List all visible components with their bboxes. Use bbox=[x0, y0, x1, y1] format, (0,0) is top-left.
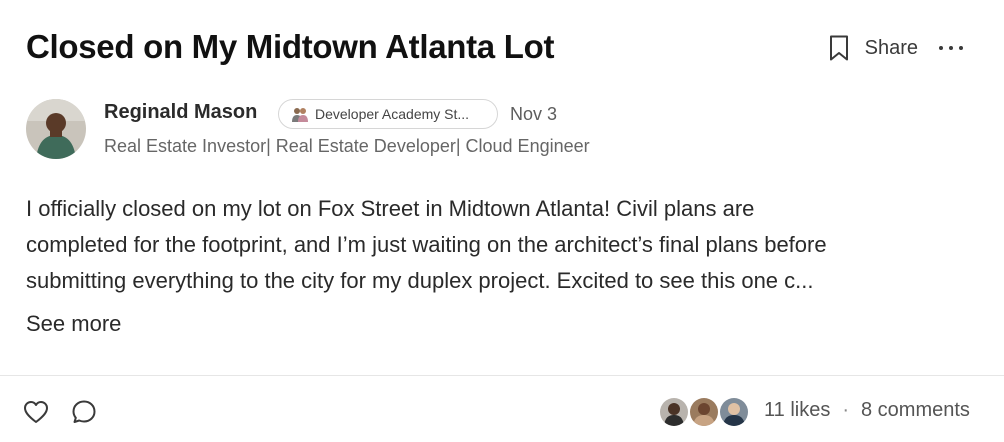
post-body-line: I officially closed on my lot on Fox Str… bbox=[26, 196, 755, 221]
post-actions: Share bbox=[827, 30, 966, 66]
post-date: Nov 3 bbox=[510, 104, 558, 124]
group-badge[interactable]: Developer Academy St... bbox=[278, 99, 498, 129]
author-headline: Real Estate Investor| Real Estate Develo… bbox=[104, 136, 590, 156]
post-card: Closed on My Midtown Atlanta Lot Share R… bbox=[0, 0, 1004, 442]
liker-avatars[interactable] bbox=[658, 396, 750, 428]
post-body: I officially closed on my lot on Fox Str… bbox=[26, 191, 986, 299]
liker-avatar bbox=[718, 396, 750, 428]
see-more-link[interactable]: See more bbox=[26, 311, 121, 337]
group-badge-label: Developer Academy St... bbox=[315, 106, 470, 122]
group-icon bbox=[291, 105, 309, 123]
liker-avatar bbox=[658, 396, 690, 428]
author-name[interactable]: Reginald Mason bbox=[104, 101, 257, 124]
author-avatar[interactable] bbox=[26, 99, 86, 159]
heart-icon[interactable] bbox=[22, 398, 50, 426]
stats-separator: · bbox=[842, 399, 849, 421]
comments-count[interactable]: 8 comments bbox=[861, 399, 970, 422]
bookmark-icon[interactable] bbox=[827, 33, 851, 63]
likes-count[interactable]: 11 likes bbox=[764, 399, 830, 422]
post-title: Closed on My Midtown Atlanta Lot bbox=[26, 28, 555, 65]
share-button[interactable]: Share bbox=[865, 37, 918, 60]
post-stats: 11 likes · 8 comments bbox=[764, 399, 970, 422]
post-body-line: submitting everything to the city for my… bbox=[26, 268, 814, 293]
more-icon[interactable] bbox=[936, 46, 966, 50]
divider bbox=[0, 375, 1004, 376]
liker-avatar bbox=[688, 396, 720, 428]
post-body-line: completed for the footprint, and I’m jus… bbox=[26, 232, 827, 257]
comment-icon[interactable] bbox=[70, 398, 98, 426]
